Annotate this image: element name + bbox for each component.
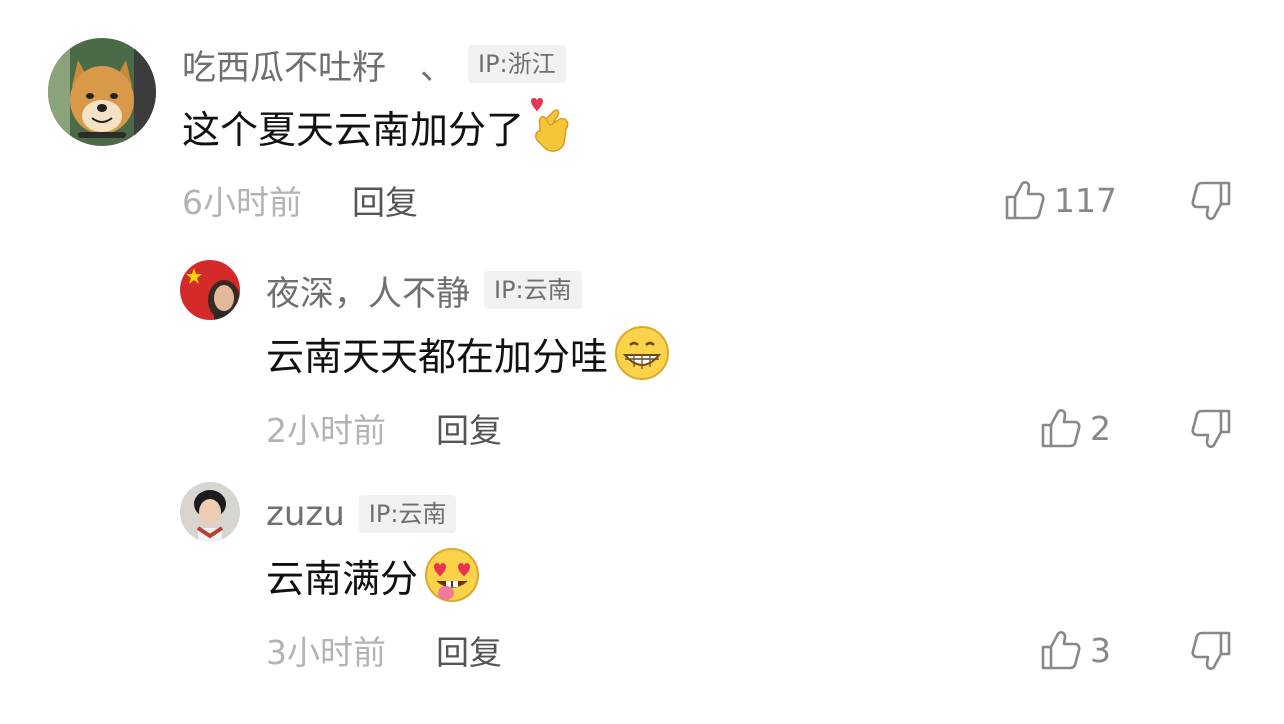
reply-button[interactable]: 回复	[436, 626, 502, 674]
thumbs-down-icon	[1191, 409, 1231, 448]
dislike-button[interactable]	[1190, 408, 1232, 450]
ip-location-badge: IP:浙江	[468, 45, 566, 83]
thumbs-up-icon	[1041, 409, 1081, 448]
like-button[interactable]: 2	[1040, 406, 1111, 450]
comment-text: 云南天天都在加分哇	[266, 334, 609, 379]
flag-avatar	[180, 260, 240, 320]
reply-comment-item: 夜深，人不静 IP:云南 云南天天都在加分哇 2小时前 回复 2	[0, 230, 1284, 460]
comment-text: 云南满分	[266, 556, 419, 601]
username[interactable]: zuzu	[266, 494, 345, 534]
comment-timestamp: 6小时前	[182, 183, 302, 222]
ip-location-badge: IP:云南	[484, 271, 582, 309]
finger-heart-emoji	[530, 97, 572, 155]
username[interactable]: 吃西瓜不吐籽 、	[182, 40, 454, 89]
like-count: 2	[1090, 408, 1111, 448]
thumbs-up-icon	[1041, 631, 1081, 670]
reply-button[interactable]: 回复	[352, 176, 418, 224]
comment-item: 吃西瓜不吐籽 、 IP:浙江 这个夏天云南加分了 6小时前 回复 117	[0, 0, 1284, 230]
avatar[interactable]	[48, 38, 156, 146]
comment-timestamp: 3小时前	[266, 633, 386, 672]
comment-text: 这个夏天云南加分了	[182, 107, 525, 152]
avatar[interactable]	[180, 260, 240, 320]
like-button[interactable]: 117	[1004, 178, 1117, 222]
person-avatar	[180, 482, 240, 542]
thumbs-up-icon	[1005, 181, 1045, 220]
thumbs-down-icon	[1191, 631, 1231, 670]
dislike-button[interactable]	[1190, 630, 1232, 672]
grinning-emoji	[614, 325, 670, 381]
like-count: 117	[1054, 180, 1117, 220]
avatar[interactable]	[180, 482, 240, 542]
ip-location-badge: IP:云南	[358, 495, 457, 533]
like-count: 3	[1090, 630, 1111, 670]
dislike-button[interactable]	[1190, 180, 1232, 222]
like-button[interactable]: 3	[1040, 628, 1111, 672]
comment-timestamp: 2小时前	[266, 411, 386, 450]
reply-button[interactable]: 回复	[436, 404, 502, 452]
reply-comment-item: zuzu IP:云南 云南满分 3小时前 回复 3	[0, 460, 1284, 724]
username[interactable]: 夜深，人不静	[266, 266, 470, 315]
thumbs-down-icon	[1191, 181, 1231, 220]
shiba-dog-avatar	[48, 38, 156, 146]
heart-eyes-tongue-emoji	[424, 547, 480, 603]
